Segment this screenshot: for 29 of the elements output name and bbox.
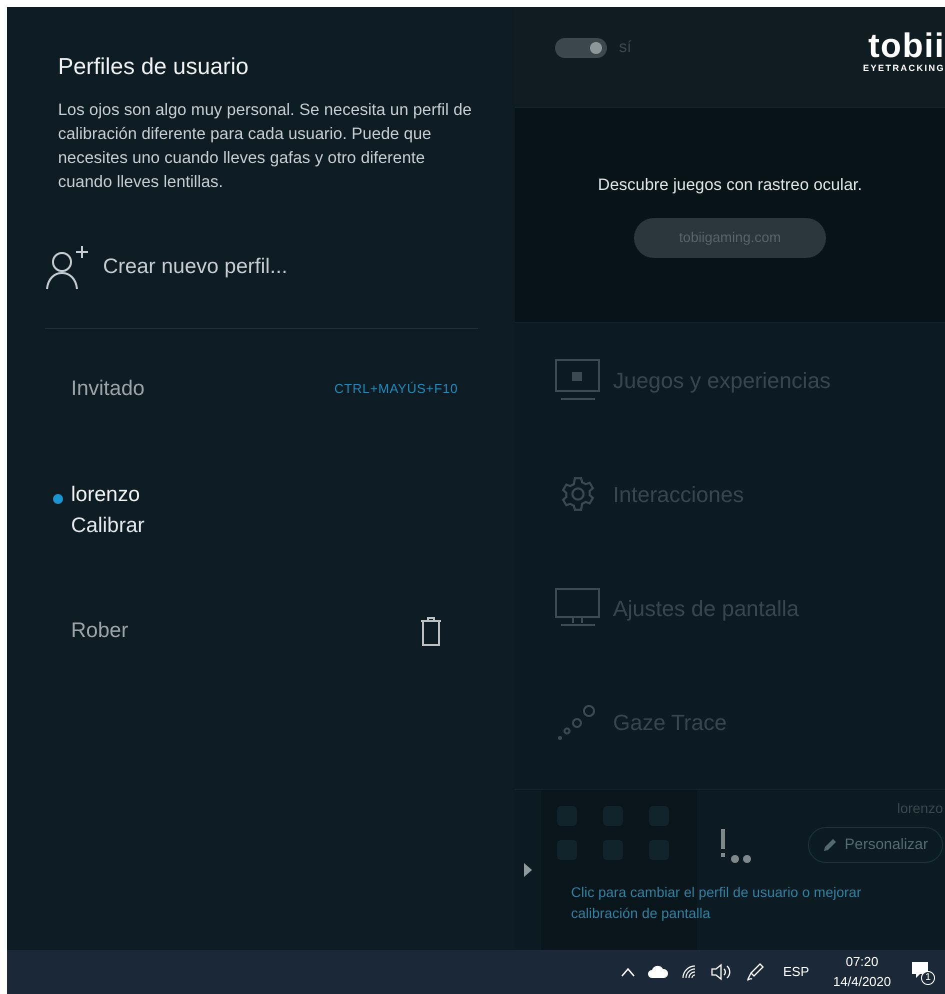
pencil-icon: [822, 838, 837, 852]
language-indicator[interactable]: ESP: [777, 962, 816, 982]
pen-icon[interactable]: [745, 962, 766, 982]
notification-icon: [911, 961, 929, 979]
gear-icon: [559, 475, 597, 513]
profile-name[interactable]: Invitado: [71, 373, 145, 405]
clock[interactable]: 07:20 14/4/2020: [827, 952, 897, 992]
profile-name[interactable]: lorenzo: [71, 478, 145, 510]
panel-description: Los ojos son algo muy personal. Se necesita un perfil de calibración diferente para cada usuario. Puede que necesites uno cuando lleves gafas y otro diferente cuando lleves lentillas.: [57, 100, 473, 192]
create-profile-button[interactable]: Crear nuevo perfil...: [45, 244, 478, 290]
toggle-switch[interactable]: [555, 38, 607, 58]
speaker-icon[interactable]: [711, 963, 734, 981]
monitor-icon: [555, 588, 601, 628]
game-screen-icon: [555, 359, 601, 401]
profile-name[interactable]: Rober: [71, 615, 128, 647]
logo: tobii EYETRACKING: [862, 30, 945, 75]
delete-button[interactable]: [420, 616, 442, 646]
promo-text: Descubre juegos con rastreo ocular.: [598, 175, 862, 196]
hint-text: Clic para cambiar el perfil de usuario o mejorar calibración de pantalla: [571, 883, 862, 923]
chevron-up-icon[interactable]: [621, 967, 636, 977]
notification-button[interactable]: 1: [909, 957, 935, 987]
dots-trail-icon: [558, 703, 598, 741]
expand-arrow-icon: [523, 862, 533, 878]
calibrate-link[interactable]: Calibrar: [71, 510, 145, 542]
trash-icon: [420, 616, 442, 646]
cloud-icon[interactable]: [647, 965, 670, 979]
panel-title: Perfiles de usuario: [57, 52, 250, 81]
shortcut-text: CTRL+MAYÚS+F10: [334, 380, 458, 398]
notification-count: 1: [921, 971, 935, 985]
